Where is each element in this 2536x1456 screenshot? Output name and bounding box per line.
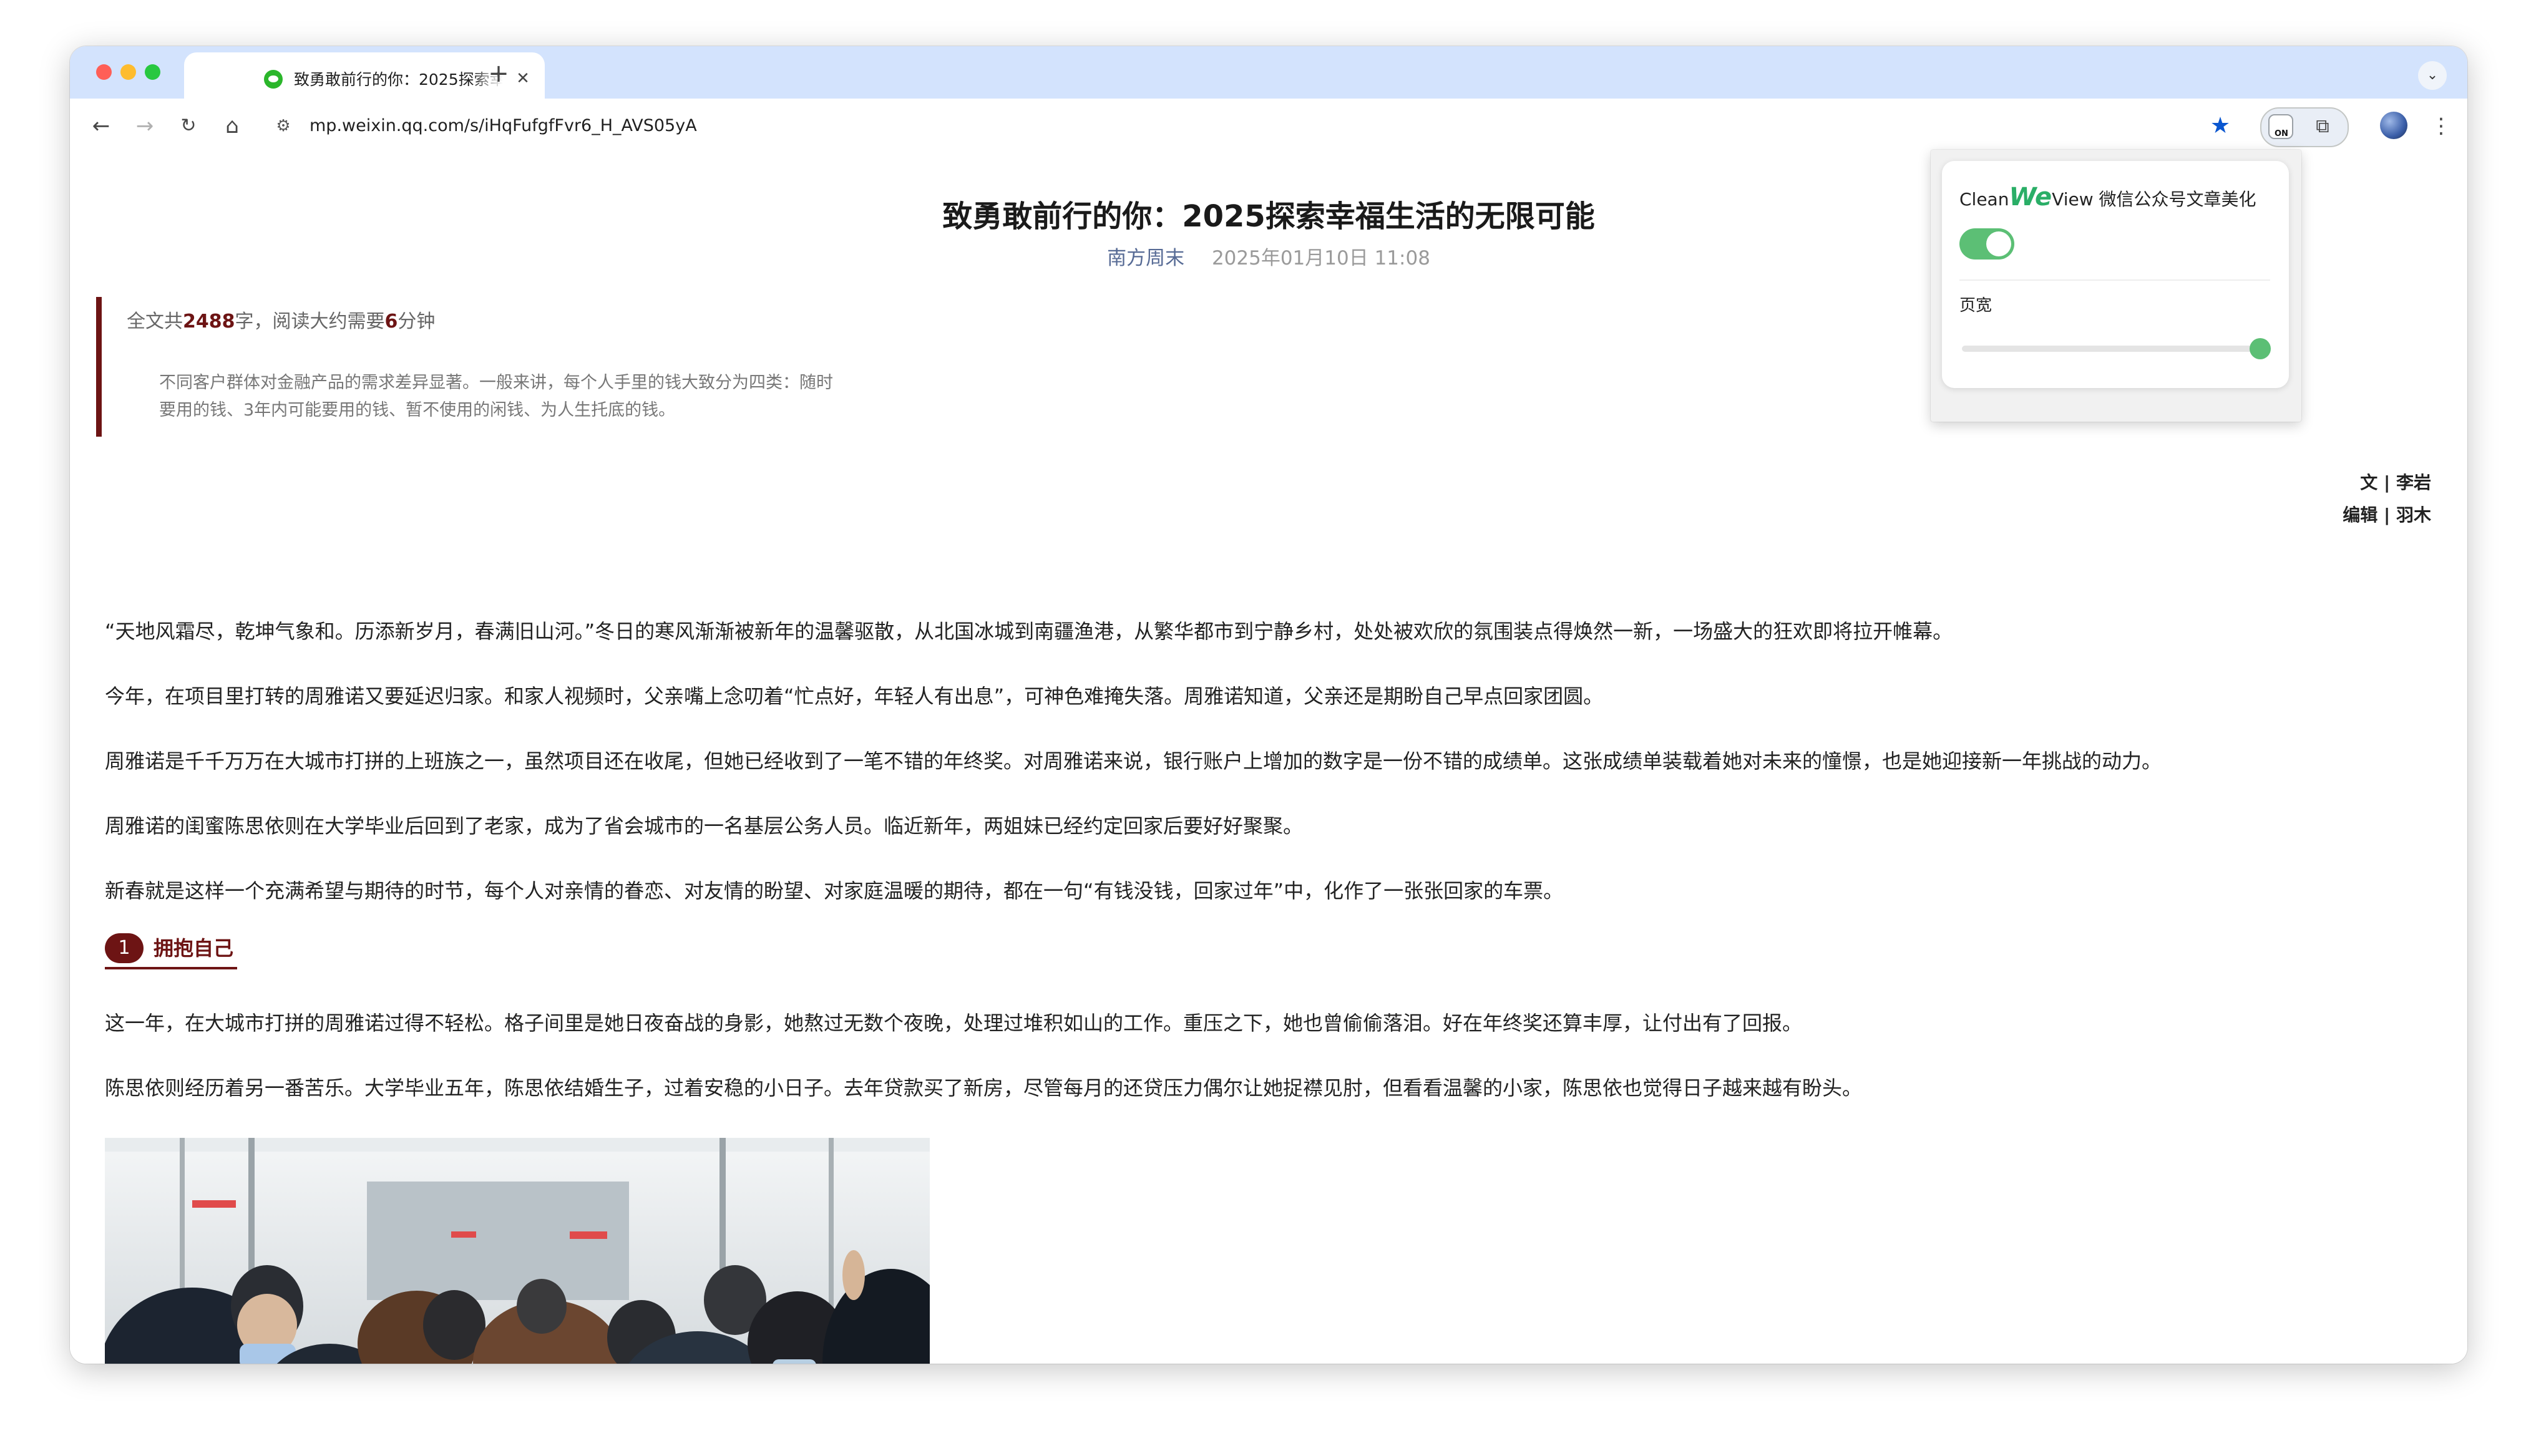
divider	[1959, 279, 2270, 281]
photo-illustration	[105, 1138, 930, 1364]
paragraph: “天地风霜尽，乾坤气象和。历添新岁月，春满旧山河。”冬日的寒风渐渐被新年的温馨驱…	[105, 619, 1953, 643]
width-label: 页宽	[1959, 296, 1992, 315]
wechat-icon	[264, 70, 283, 89]
byline-editor: 编辑 | 羽木	[2343, 505, 2431, 525]
site-info-icon[interactable]: ⚙	[273, 116, 293, 136]
section-underline	[105, 967, 237, 969]
section-number-badge: 1	[105, 933, 144, 963]
width-slider[interactable]	[1962, 338, 2271, 359]
toolbar: ← → ↻ ⌂ ⚙ mp.weixin.qq.com/s/iHqFufgfFvr…	[70, 99, 2467, 155]
paragraph: 周雅诺的闺蜜陈思依则在大学毕业后回到了老家，成为了省会城市的一名基层公务人员。临…	[105, 814, 1304, 838]
back-button[interactable]: ←	[86, 111, 116, 141]
reload-button[interactable]: ↻	[173, 111, 203, 141]
home-button[interactable]: ⌂	[217, 111, 247, 141]
article-date: 2025年01月10日 11:08	[1211, 247, 1430, 269]
article-abstract: 不同客户群体对金融产品的需求差异显著。一般来讲，每个人手里的钱大致分为四类：随时…	[159, 373, 833, 420]
bookmark-star-icon[interactable]: ★	[2205, 111, 2235, 141]
new-tab-button[interactable]: +	[486, 61, 511, 86]
more-menu-icon[interactable]: ⋮	[2429, 111, 2454, 141]
paragraph: 陈思依则经历着另一番苦乐。大学毕业五年，陈思依结婚生子，过着安稳的小日子。去年贷…	[105, 1076, 1863, 1100]
slider-thumb[interactable]	[2250, 338, 2271, 359]
read-stats: 全文共2488字，阅读大约需要6分钟	[127, 311, 436, 332]
avatar[interactable]	[2380, 112, 2407, 139]
tab-title: 致勇敢前行的你：2025探索幸福生活的无限可能	[294, 70, 503, 89]
forward-button[interactable]: →	[130, 111, 160, 141]
window-minimize-button[interactable]	[120, 64, 136, 80]
puzzle-icon[interactable]: ⧉	[2310, 114, 2335, 139]
browser-window: 致勇敢前行的你：2025探索幸福生活的无限可能 ✕ + ⌄ ← → ↻ ⌂ ⚙ …	[70, 46, 2467, 1364]
extensions-area: ON ⧉	[2260, 107, 2349, 147]
byline: 文 | 李岩 编辑 | 羽木	[2343, 467, 2431, 531]
tab-strip: 致勇敢前行的你：2025探索幸福生活的无限可能 ✕ + ⌄	[70, 46, 2467, 99]
paragraph: 周雅诺是千千万万在大城市打拼的上班族之一，虽然项目还在收尾，但她已经收到了一笔不…	[105, 749, 2162, 773]
toggle-knob	[1986, 231, 2011, 256]
popup-card: CleanWeView 微信公众号文章美化 页宽	[1942, 161, 2289, 388]
popup-title: CleanWeView 微信公众号文章美化	[1959, 183, 2256, 211]
enable-toggle[interactable]	[1959, 228, 2014, 260]
section-title: 拥抱自己	[154, 936, 234, 960]
close-icon[interactable]: ✕	[512, 67, 534, 90]
paragraph: 这一年，在大城市打拼的周雅诺过得不轻松。格子间里是她日夜奋战的身影，她熬过无数个…	[105, 1011, 1803, 1035]
cleanweview-extension-icon[interactable]: ON	[2268, 114, 2293, 139]
paragraph: 今年，在项目里打转的周雅诺又要延迟归家。和家人视频时，父亲嘴上念叨着“忙点好，年…	[105, 684, 1604, 708]
extension-badge: ON	[2275, 129, 2288, 138]
byline-author: 文 | 李岩	[2360, 472, 2431, 493]
window-zoom-button[interactable]	[145, 64, 160, 80]
chevron-down-icon[interactable]: ⌄	[2418, 61, 2447, 90]
url-text[interactable]: mp.weixin.qq.com/s/iHqFufgfFvr6_H_AVS05y…	[310, 114, 697, 138]
article-photo-subway-crowd	[105, 1138, 930, 1364]
window-close-button[interactable]	[96, 64, 112, 80]
article-source[interactable]: 南方周末	[1107, 247, 1184, 269]
extension-popup: CleanWeView 微信公众号文章美化 页宽	[1931, 150, 2301, 422]
article-summary: 全文共2488字，阅读大约需要6分钟 不同客户群体对金融产品的需求差异显著。一般…	[96, 297, 857, 437]
paragraph: 新春就是这样一个充满希望与期待的时节，每个人对亲情的眷恋、对友情的盼望、对家庭温…	[105, 879, 1564, 903]
